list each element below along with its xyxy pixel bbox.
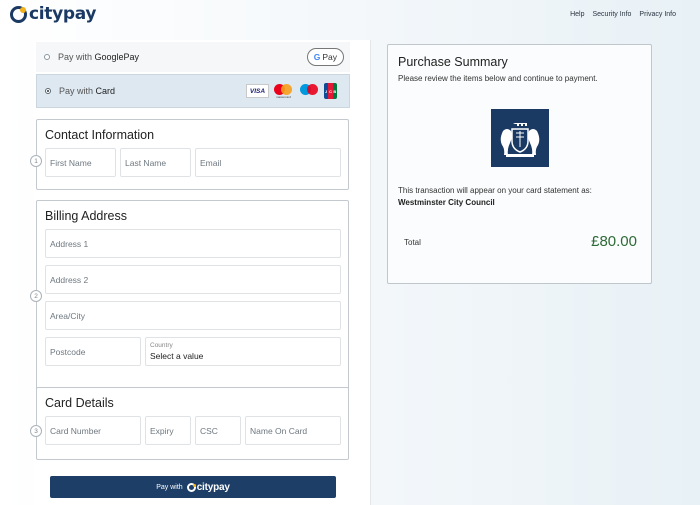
google-pay-icon: G Pay bbox=[306, 48, 344, 66]
card-logos: VISA mastercard JCB bbox=[246, 83, 337, 99]
address-2-field[interactable]: Address 2 bbox=[45, 265, 341, 294]
card-details-title: Card Details bbox=[45, 396, 114, 410]
expiry-field[interactable]: Expiry bbox=[145, 416, 191, 445]
address-1-field[interactable]: Address 1 bbox=[45, 229, 341, 258]
first-name-field[interactable]: First Name bbox=[45, 148, 116, 177]
top-bar: citypay Help Security Info Privacy Info bbox=[0, 0, 700, 32]
column-divider bbox=[370, 40, 371, 505]
card-number-field[interactable]: Card Number bbox=[45, 416, 141, 445]
country-label: Country bbox=[150, 342, 173, 349]
nav-security-info-link[interactable]: Security Info bbox=[593, 11, 632, 18]
googlepay-option[interactable]: Pay with GooglePay G Pay bbox=[36, 42, 350, 72]
pay-with-citypay-button[interactable]: Pay with citypay bbox=[50, 476, 336, 498]
nav-privacy-info-link[interactable]: Privacy Info bbox=[639, 11, 676, 18]
step-1-indicator: 1 bbox=[30, 155, 42, 167]
card-details-section: Card Details 3 Card Number Expiry CSC Na… bbox=[30, 387, 349, 460]
card-option[interactable]: Pay with Card VISA mastercard JCB bbox=[36, 74, 350, 108]
purchase-summary-panel: Purchase Summary Please review the items… bbox=[387, 44, 652, 284]
citypay-logo-icon bbox=[186, 482, 196, 492]
last-name-field[interactable]: Last Name bbox=[120, 148, 191, 177]
contact-information-section: Contact Information 1 First Name Last Na… bbox=[30, 119, 349, 190]
email-field[interactable]: Email bbox=[195, 148, 341, 177]
card-radio[interactable] bbox=[45, 88, 51, 94]
statement-notice: This transaction will appear on your car… bbox=[398, 186, 592, 195]
top-nav: Help Security Info Privacy Info bbox=[570, 11, 676, 18]
citypay-logo-icon bbox=[10, 5, 27, 23]
mastercard-icon: mastercard bbox=[272, 83, 295, 99]
total-amount: £80.00 bbox=[591, 233, 637, 250]
citypay-logo[interactable]: citypay bbox=[10, 4, 97, 24]
total-label: Total bbox=[404, 238, 421, 247]
contact-information-title: Contact Information bbox=[45, 128, 155, 142]
nav-help-link[interactable]: Help bbox=[570, 11, 584, 18]
logo-text: citypay bbox=[29, 4, 97, 24]
country-select[interactable]: Country Select a value bbox=[145, 337, 341, 366]
step-2-indicator: 2 bbox=[30, 290, 42, 302]
card-label: Pay with Card bbox=[59, 86, 116, 96]
googlepay-radio[interactable] bbox=[44, 54, 50, 60]
step-3-indicator: 3 bbox=[30, 425, 42, 437]
area-city-field[interactable]: Area/City bbox=[45, 301, 341, 330]
citypay-button-logo: citypay bbox=[186, 482, 230, 493]
purchase-summary-subtitle: Please review the items below and contin… bbox=[398, 74, 598, 83]
pay-button-label: Pay with bbox=[156, 483, 183, 491]
purchase-summary-title: Purchase Summary bbox=[398, 55, 508, 69]
billing-address-title: Billing Address bbox=[45, 209, 127, 223]
postcode-field[interactable]: Postcode bbox=[45, 337, 141, 366]
payment-form-panel: Pay with GooglePay G Pay Pay with Card VI… bbox=[30, 40, 370, 505]
country-value: Select a value bbox=[150, 351, 204, 361]
name-on-card-field[interactable]: Name On Card bbox=[245, 416, 341, 445]
googlepay-label: Pay with GooglePay bbox=[58, 52, 140, 62]
jcb-icon: JCB bbox=[324, 83, 337, 99]
merchant-name: Westminster City Council bbox=[398, 198, 495, 207]
westminster-crest-logo bbox=[491, 109, 549, 167]
maestro-icon bbox=[298, 83, 321, 99]
csc-field[interactable]: CSC bbox=[195, 416, 241, 445]
visa-icon: VISA bbox=[246, 84, 269, 98]
